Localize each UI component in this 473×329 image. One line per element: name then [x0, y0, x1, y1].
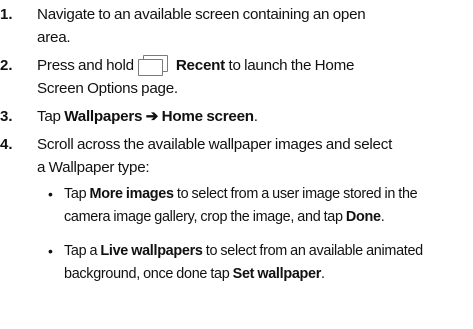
- sub-item-more-images: Tap More images to select from a user im…: [64, 186, 418, 225]
- step-text: a Wallpaper type:: [37, 158, 150, 176]
- step-number: 4.: [0, 136, 13, 153]
- step-number: 2.: [0, 57, 13, 74]
- recent-apps-icon: [137, 55, 170, 76]
- menu-label-wallpapers: Wallpapers: [64, 108, 143, 125]
- step-text: to launch the Home: [228, 57, 355, 74]
- arrow-icon: ➔: [145, 108, 159, 125]
- bullet-icon: •: [48, 186, 53, 202]
- sub-item-live-wallpapers: Tap a Live wallpapers to select from an …: [64, 243, 423, 282]
- key-label-recent: Recent: [175, 57, 225, 74]
- step-text: Navigate to an available screen containi…: [37, 6, 366, 23]
- option-label-live-wallpapers: Live wallpapers: [100, 243, 203, 259]
- step-text: Press and hold: [37, 57, 134, 74]
- step-number: 3.: [0, 108, 13, 125]
- step-text: area.: [37, 28, 71, 46]
- bullet-icon: •: [48, 243, 53, 259]
- step-number: 1.: [0, 6, 13, 23]
- action-label-set-wallpaper: Set wallpaper: [232, 265, 322, 282]
- menu-label-home-screen: Home screen: [161, 108, 254, 125]
- option-label-more-images: More images: [89, 186, 174, 202]
- step-text: Scroll across the available wallpaper im…: [37, 136, 393, 153]
- step-text: Screen Options page.: [37, 79, 178, 97]
- action-label-done: Done: [345, 208, 381, 225]
- instruction-list: 1. Navigate to an available screen conta…: [0, 0, 473, 329]
